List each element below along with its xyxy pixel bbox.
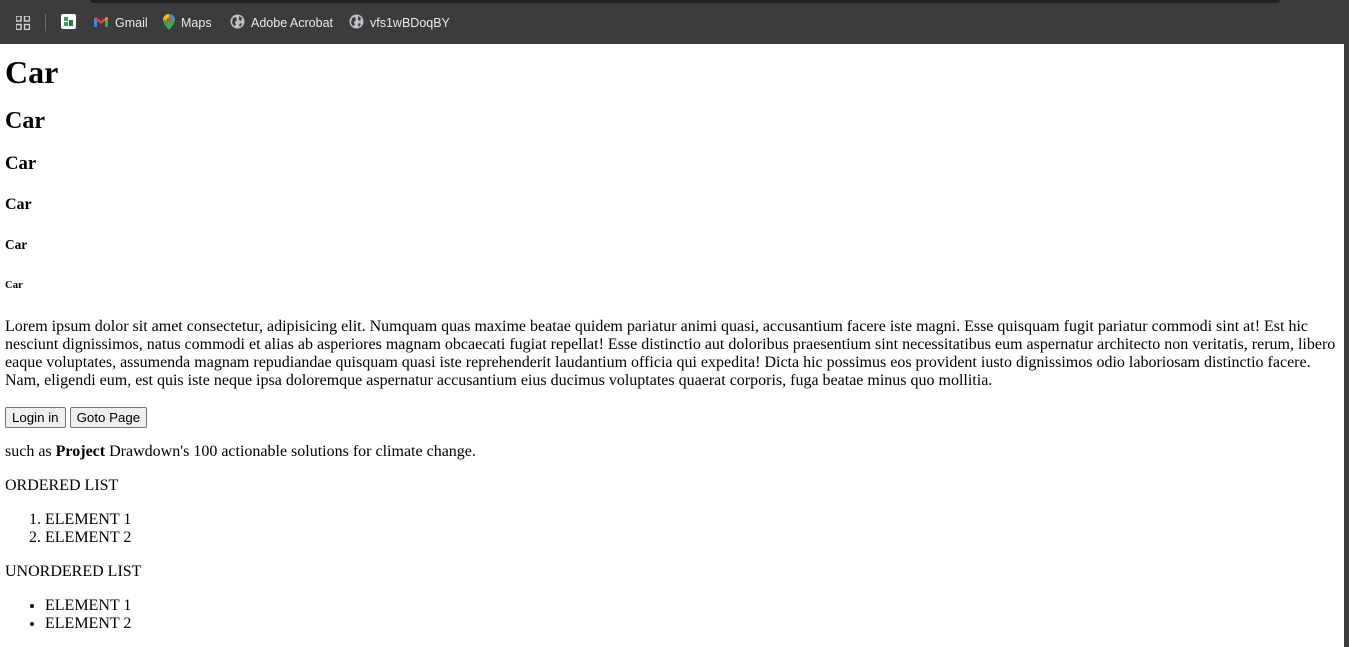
maps-icon: [163, 13, 175, 33]
ordered-list: ELEMENT 1 ELEMENT 2: [5, 511, 1339, 547]
sheets-favicon-icon: [61, 14, 76, 32]
unordered-list: ELEMENT 1 ELEMENT 2: [5, 597, 1339, 633]
bookmark-maps[interactable]: Maps: [163, 12, 212, 34]
apps-grid-icon[interactable]: [15, 15, 31, 31]
list-item: ELEMENT 2: [45, 529, 1339, 547]
globe-icon: [230, 14, 245, 32]
bookmark-divider: [45, 14, 46, 31]
button-row: Login in Goto Page: [5, 407, 1339, 428]
sentence-bold: Project: [55, 443, 106, 460]
heading-h3: Car: [5, 153, 37, 174]
window-edge: [1344, 44, 1349, 647]
login-button[interactable]: Login in: [5, 407, 66, 428]
goto-page-button[interactable]: Goto Page: [69, 407, 148, 428]
heading-h2: Car: [5, 108, 45, 134]
list-item: ELEMENT 1: [45, 511, 1339, 529]
sentence-suffix: Drawdown's 100 actionable solutions for …: [105, 443, 476, 460]
bookmark-sheets[interactable]: [61, 12, 82, 34]
tab-strip-edge: [90, 0, 1280, 3]
list-item: ELEMENT 2: [45, 615, 1339, 633]
sentence-prefix: such as: [5, 443, 56, 460]
list-item: ELEMENT 1: [45, 597, 1339, 615]
lorem-paragraph: Lorem ipsum dolor sit amet consectetur, …: [5, 318, 1336, 389]
heading-h5: Car: [5, 237, 28, 252]
drawdown-sentence: such as Project Drawdown's 100 actionabl…: [5, 443, 1339, 461]
heading-h6: Car: [5, 279, 23, 291]
heading-h1: Car: [5, 54, 59, 90]
bookmark-gmail[interactable]: Gmail: [93, 12, 148, 34]
content-body: Car Car Car Car Car Car Lorem ipsum dolo…: [5, 44, 1339, 633]
bookmarks-bar: Gmail Maps Adobe Acrobat vfs1wBDoqBY: [0, 0, 1349, 44]
ordered-list-title: ORDERED LIST: [5, 477, 119, 494]
page-content: Car Car Car Car Car Car Lorem ipsum dolo…: [0, 44, 1344, 647]
gmail-icon: [93, 16, 109, 31]
bookmark-label: Maps: [181, 16, 212, 30]
bookmark-label: Adobe Acrobat: [251, 16, 334, 30]
bookmark-vfs1wbdoqby[interactable]: vfs1wBDoqBY: [349, 12, 450, 34]
bookmark-label: vfs1wBDoqBY: [370, 16, 450, 30]
unordered-list-title: UNORDERED LIST: [5, 563, 142, 580]
bookmark-adobe-acrobat[interactable]: Adobe Acrobat: [230, 12, 333, 34]
heading-h4: Car: [5, 196, 32, 213]
globe-icon: [349, 14, 364, 32]
bookmark-label: Gmail: [115, 16, 148, 30]
